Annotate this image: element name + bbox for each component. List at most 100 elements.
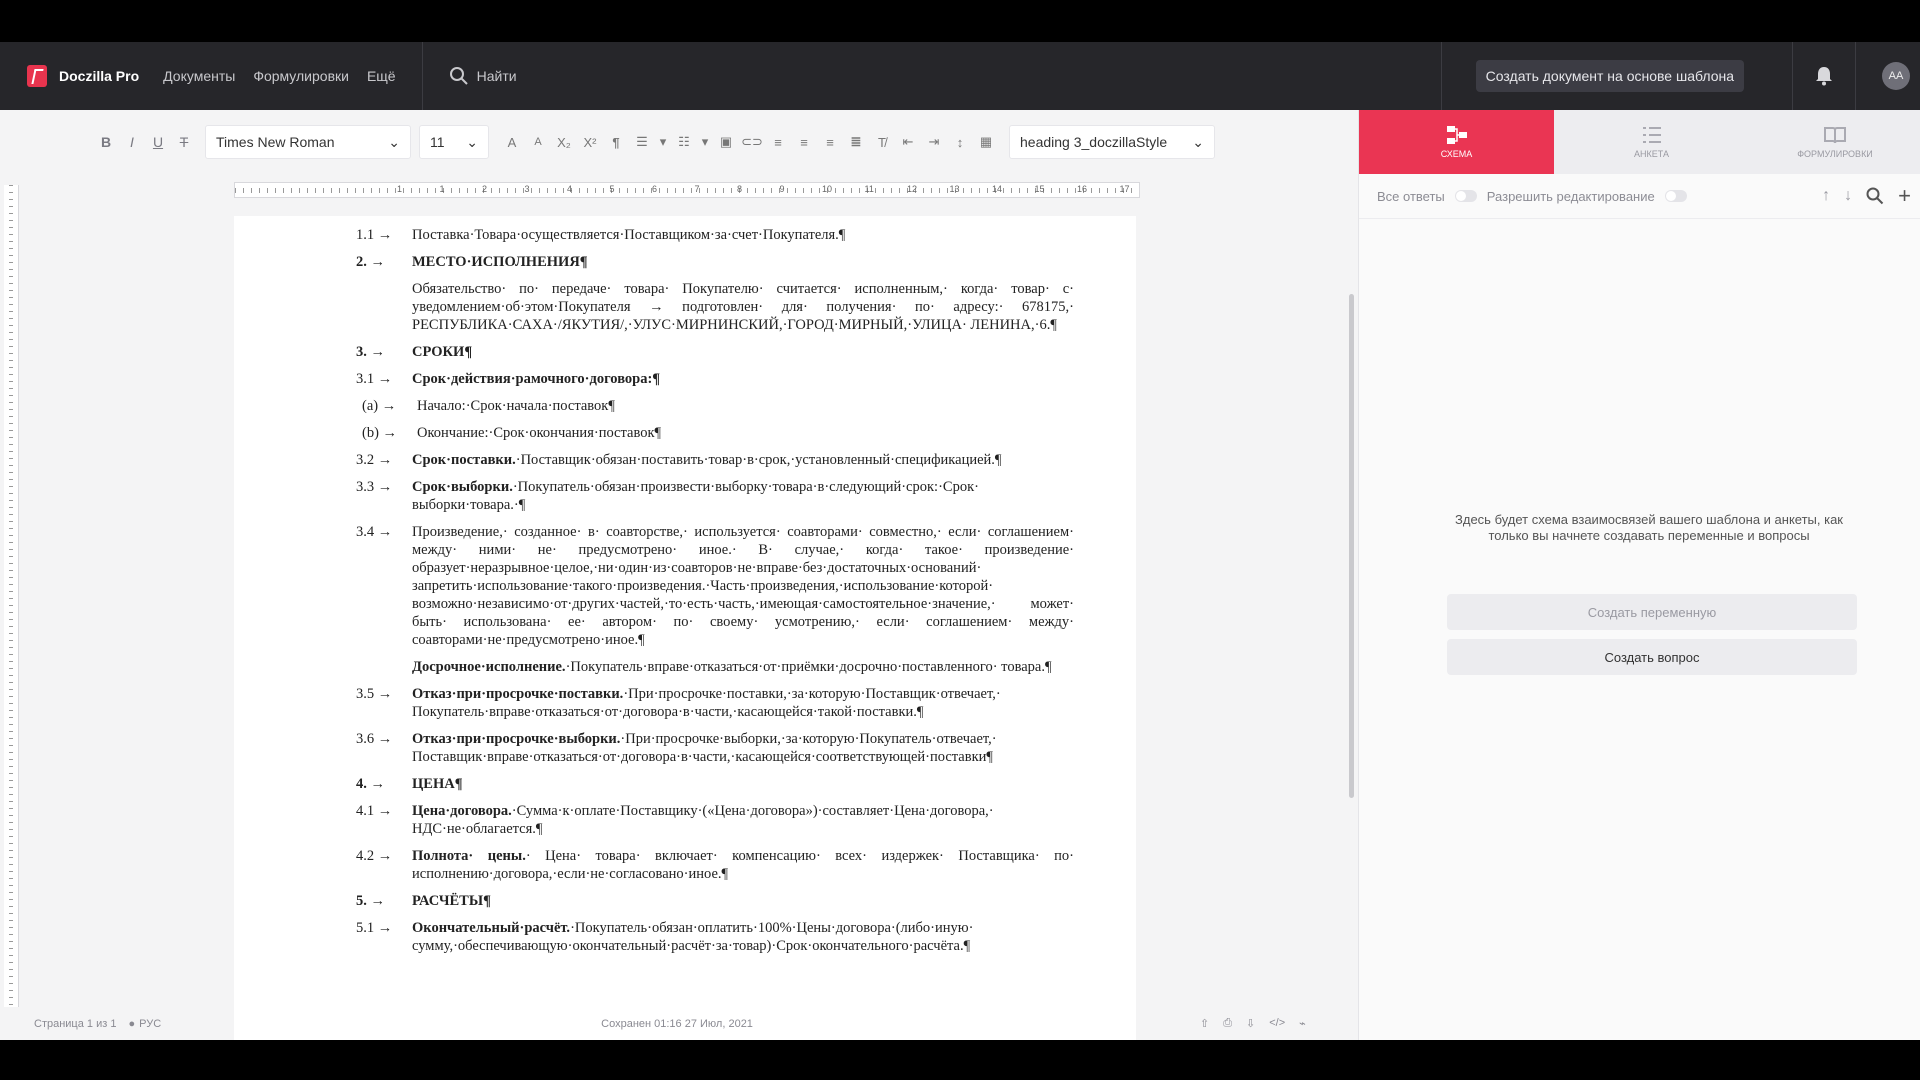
increase-font-icon[interactable]: A [501, 135, 523, 150]
document-paragraph[interactable]: 3.1 → Срок·действия·рамочного·договора:¶ [356, 370, 1074, 388]
paragraph-heading: Отказ·при·просрочке·поставки. [412, 686, 624, 702]
italic-button[interactable]: I [119, 134, 145, 150]
ruler-label: 17 [1119, 184, 1130, 194]
numbered-list-icon[interactable]: ☷ [673, 134, 695, 149]
paragraph-text: Поставка·Товара·осуществляется·Поставщик… [412, 227, 846, 243]
clear-format-icon[interactable]: T̸ [871, 135, 893, 150]
style-select[interactable]: heading 3_doczillaStyle ⌄ [1009, 125, 1215, 159]
paragraph-heading: Отказ·при·просрочке·выборки. [412, 731, 621, 747]
all-answers-toggle[interactable] [1454, 190, 1477, 202]
align-center-icon[interactable]: ≡ [793, 135, 815, 150]
style-value: heading 3_doczillaStyle [1020, 134, 1168, 150]
document-paragraph[interactable]: (a) → Начало:·Срок·начала·поставок¶ [362, 397, 1074, 415]
search-icon[interactable] [1866, 187, 1884, 205]
ruler-label: 1 [439, 184, 445, 194]
align-justify-icon[interactable]: ≣ [845, 134, 867, 149]
document-paragraph[interactable]: 5.1 → Окончательный·расчёт.·Покупатель·об… [356, 919, 1074, 955]
document-paragraph[interactable]: 3.2 → Срок·поставки.·Поставщик·обязан·пос… [356, 451, 1074, 469]
document-paragraph[interactable]: Досрочное·исполнение.·Покупатель·вправе·… [362, 658, 1074, 676]
chevron-down-icon: ⌄ [1192, 133, 1204, 150]
bullet-list-icon[interactable]: ☰ [631, 134, 653, 149]
align-right-icon[interactable]: ≡ [819, 135, 841, 150]
chevron-down-icon[interactable]: ▾ [657, 134, 669, 149]
document-paragraph[interactable]: 3.5 → Отказ·при·просрочке·поставки.·При·п… [356, 685, 1074, 721]
indent-decrease-icon[interactable]: ⇤ [897, 134, 919, 149]
tab-formulations[interactable]: ФОРМУЛИРОВКИ [1749, 110, 1920, 174]
font-family-select[interactable]: Times New Roman ⌄ [205, 125, 411, 159]
nav-more[interactable]: Ещё [367, 68, 396, 84]
status-actions: ⇧ ⎙ ⇩ </> ⌁ [1200, 1017, 1306, 1030]
underline-button[interactable]: U [145, 134, 171, 150]
document-scrollbar[interactable] [1349, 294, 1354, 798]
logo[interactable]: Doczilla Pro [27, 65, 139, 87]
superscript-icon[interactable]: X² [579, 135, 601, 150]
document-paragraph[interactable]: 1.1 → Поставка·Товара·осуществляется·Пост… [356, 226, 1074, 244]
document-paragraph[interactable]: 4.2 → Полнота· цены.· Цена· товара· включ… [356, 847, 1074, 883]
ruler-label: 1 [397, 184, 403, 194]
ruler-label: 5 [609, 184, 615, 194]
document-paragraph[interactable]: 3.4 → Произведение,· созданное· в· соавто… [356, 523, 1074, 649]
strikethrough-button[interactable]: T [171, 134, 197, 150]
document-body[interactable]: 1.1 → Поставка·Товара·осуществляется·Пост… [356, 226, 1074, 964]
print-icon[interactable]: ⎙ [1223, 1017, 1232, 1030]
arrow-up-icon[interactable]: ↑ [1822, 187, 1830, 205]
link-icon[interactable]: ⊂⊃ [741, 134, 763, 149]
paragraph-number: 1.1 → [356, 227, 393, 243]
paragraph-text: ·Поставщик·обязан·поставить·товар·в·срок… [515, 452, 1002, 468]
document-paragraph[interactable]: Обязательство· по· передаче· товара· Пок… [362, 280, 1074, 334]
indent-increase-icon[interactable]: ⇥ [923, 134, 945, 149]
tab-questionnaire[interactable]: АНКЕТА [1554, 110, 1749, 174]
search-button[interactable]: Найти [449, 66, 517, 86]
document-paragraph[interactable]: 5. → РАСЧЁТЫ¶ [356, 892, 1074, 910]
app-window: Doczilla Pro Документы Формулировки Ещё … [0, 42, 1920, 1040]
document-paragraph[interactable]: 3.3 → Срок·выборки.·Покупатель·обязан·про… [356, 478, 1074, 514]
font-size-select[interactable]: 11 ⌄ [419, 125, 489, 159]
align-left-icon[interactable]: ≡ [767, 135, 789, 150]
nav-formulations[interactable]: Формулировки [253, 68, 349, 84]
document-paragraph[interactable]: 4. → ЦЕНА¶ [356, 775, 1074, 793]
upload-icon[interactable]: ⇧ [1200, 1017, 1209, 1030]
download-icon[interactable]: ⇩ [1246, 1017, 1255, 1030]
paragraph-heading: ЦЕНА¶ [412, 776, 463, 792]
paragraph-number: 3.6 → [356, 731, 393, 747]
document-paragraph[interactable]: 4.1 → Цена·договора.·Сумма·к·оплате·Поста… [356, 802, 1074, 838]
ruler-label: 7 [694, 184, 700, 194]
panel-controls: Все ответы Разрешить редактирование ↑ ↓ … [1359, 174, 1920, 219]
create-variable-button[interactable]: Создать переменную [1447, 594, 1857, 630]
create-question-button[interactable]: Создать вопрос [1447, 639, 1857, 675]
document-paragraph[interactable]: (b) → Окончание:·Срок·окончания·поставок¶ [362, 424, 1074, 442]
create-from-template-button[interactable]: Создать документ на основе шаблона [1475, 60, 1744, 92]
tab-schema[interactable]: СХЕМА [1359, 110, 1554, 174]
code-icon[interactable]: </> [1269, 1017, 1285, 1030]
font-family-value: Times New Roman [216, 134, 335, 150]
document-page[interactable]: 1.1 → Поставка·Товара·осуществляется·Пост… [234, 216, 1136, 1040]
subscript-icon[interactable]: X₂ [553, 135, 575, 150]
tab-label: ФОРМУЛИРОВКИ [1797, 149, 1873, 159]
line-spacing-icon[interactable]: ↕ [949, 135, 971, 150]
chevron-down-icon[interactable]: ▾ [699, 134, 711, 149]
attach-icon[interactable]: ⌁ [1299, 1017, 1306, 1030]
notifications-button[interactable] [1793, 66, 1855, 86]
decrease-font-icon[interactable]: A [527, 135, 549, 149]
document-paragraph[interactable]: 3.6 → Отказ·при·просрочке·выборки.·При·пр… [356, 730, 1074, 766]
paragraph-heading: Досрочное·исполнение. [412, 659, 566, 675]
table-icon[interactable]: ▦ [975, 134, 997, 149]
insert-image-icon[interactable]: ▣ [715, 134, 737, 149]
document-paragraph[interactable]: 3. → СРОКИ¶ [356, 343, 1074, 361]
avatar[interactable]: AA [1882, 62, 1910, 90]
document-paragraph[interactable]: 2. → МЕСТО·ИСПОЛНЕНИЯ¶ [356, 253, 1074, 271]
ruler-label: 12 [907, 184, 918, 194]
nav-divider [1855, 42, 1856, 110]
status-bar: Страница 1 из 1 ● РУС Сохранен 01:16 27 … [0, 1007, 1358, 1040]
allow-edit-toggle[interactable] [1664, 190, 1687, 202]
editor-toolbar: B I U T Times New Roman ⌄ 11 ⌄ A A X₂ X²… [0, 110, 1358, 174]
nav-documents[interactable]: Документы [163, 68, 235, 84]
arrow-down-icon[interactable]: ↓ [1844, 187, 1852, 205]
ruler-label: 16 [1077, 184, 1088, 194]
add-icon[interactable]: + [1898, 183, 1911, 209]
paragraph-text: Произведение,· созданное· в· соавторстве… [412, 524, 1074, 648]
language-indicator[interactable]: РУС [139, 1018, 161, 1030]
panel-tools: ↑ ↓ + [1822, 183, 1920, 209]
bold-button[interactable]: B [93, 134, 119, 150]
pilcrow-icon[interactable]: ¶ [605, 135, 627, 150]
